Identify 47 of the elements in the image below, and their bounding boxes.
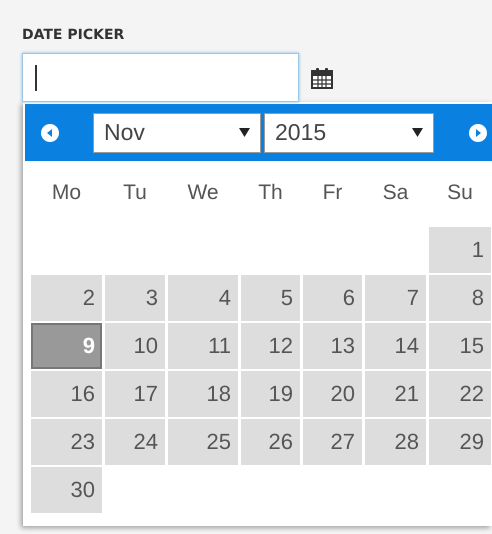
day-cell[interactable]: 12: [241, 323, 300, 369]
field-label: DATE PICKER: [22, 26, 124, 45]
month-dropdown[interactable]: Nov: [93, 112, 261, 152]
weekday-label: We: [186, 180, 220, 206]
day-cell[interactable]: 1: [429, 227, 491, 273]
caret-icon: [239, 128, 250, 137]
text-cursor: [35, 64, 36, 90]
day-cell[interactable]: 24: [105, 419, 165, 465]
day-cell[interactable]: 29: [429, 419, 491, 465]
day-cell[interactable]: 27: [303, 419, 362, 465]
day-cell[interactable]: 15: [429, 323, 491, 369]
day-cell[interactable]: 5: [241, 275, 300, 321]
day-cell[interactable]: 26: [241, 419, 300, 465]
day-cell[interactable]: 17: [105, 371, 165, 417]
day-cell[interactable]: 25: [168, 419, 238, 465]
day-cell[interactable]: 20: [303, 371, 362, 417]
day-cell[interactable]: 4: [168, 275, 238, 321]
input-field[interactable]: [22, 53, 299, 102]
day-cell[interactable]: 3: [105, 275, 165, 321]
calendar-icon[interactable]: [311, 66, 333, 88]
weekday-label: Tu: [122, 180, 148, 206]
weekday-label: Sa: [382, 180, 410, 206]
year-dropdown[interactable]: 2015: [264, 112, 434, 152]
weekday-label: Su: [446, 180, 474, 206]
weekday-label: Fr: [322, 180, 344, 206]
caret-icon: [412, 128, 423, 137]
previous-month-icon[interactable]: [41, 124, 59, 142]
day-cell[interactable]: 16: [31, 371, 102, 417]
day-cell[interactable]: 19: [241, 371, 300, 417]
day-cell[interactable]: 14: [365, 323, 426, 369]
day-cell[interactable]: 28: [365, 419, 426, 465]
day-cell[interactable]: 18: [168, 371, 238, 417]
day-cell[interactable]: 10: [105, 323, 165, 369]
day-cell[interactable]: 30: [31, 467, 102, 513]
day-cell[interactable]: 7: [365, 275, 426, 321]
day-cell[interactable]: 6: [303, 275, 362, 321]
next-month-icon[interactable]: [469, 124, 487, 142]
day-cell[interactable]: 11: [168, 323, 238, 369]
day-cell[interactable]: 2: [31, 275, 102, 321]
weekday-label: Th: [257, 180, 284, 206]
day-cell[interactable]: 13: [303, 323, 362, 369]
weekday-label: Mo: [50, 180, 82, 206]
day-cell[interactable]: 23: [31, 419, 102, 465]
day-cell[interactable]: 8: [429, 275, 491, 321]
day-cell[interactable]: 9: [31, 323, 102, 369]
day-cell[interactable]: 21: [365, 371, 426, 417]
day-cell[interactable]: 22: [429, 371, 491, 417]
